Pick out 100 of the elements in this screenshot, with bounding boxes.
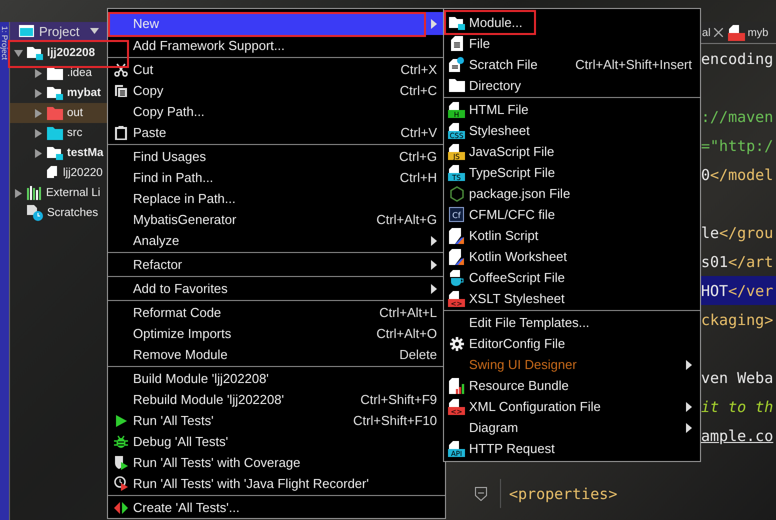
tree-item[interactable]: .idea [67, 67, 92, 79]
menu-item[interactable]: Copy Path... [108, 101, 445, 122]
menu-item[interactable]: Optimize Imports Ctrl+Alt+O [108, 323, 445, 344]
bug-icon [114, 434, 128, 448]
menu-item-label: Copy Path... [133, 104, 206, 119]
tree-item[interactable]: ljj20220 [63, 167, 103, 179]
menu-item[interactable]: Reformat Code Ctrl+Alt+L [108, 302, 445, 323]
caret-icon[interactable] [90, 28, 100, 34]
editor-tab[interactable]: al [702, 26, 711, 38]
menu-item-label: Module... [469, 15, 524, 30]
menu-item-label: Replace in Path... [133, 191, 237, 206]
menu-item[interactable]: Scratch File Ctrl+Alt+Shift+Insert [444, 54, 700, 75]
close-icon[interactable] [714, 28, 723, 37]
menu-item-label: File [469, 36, 491, 51]
scratch-clock-icon [27, 205, 43, 221]
menu-item[interactable]: Diagram [444, 417, 700, 438]
collapsed-arrow-icon[interactable] [34, 148, 43, 158]
shortcut-label: Ctrl+Alt+G [376, 212, 437, 227]
file-badge-icon [728, 24, 745, 40]
collapsed-arrow-icon[interactable] [34, 108, 43, 118]
folder-icon [47, 106, 63, 120]
menu-item-label: Scratch File [469, 57, 539, 72]
menu-item[interactable]: New [108, 12, 445, 35]
tree-item[interactable]: src [67, 127, 82, 139]
menu-item[interactable]: Build Module 'ljj202208' [108, 368, 445, 389]
menu-item[interactable]: Paste Ctrl+V [108, 122, 445, 143]
menu-item[interactable]: Cut Ctrl+X [108, 59, 445, 80]
tree-item[interactable]: Scratches [47, 207, 98, 219]
tool-window-label[interactable]: 1: Project [0, 22, 9, 64]
menu-item-label: Run 'All Tests' [133, 413, 215, 428]
menu-item[interactable]: Refactor [108, 254, 445, 275]
menu-item-label: Stylesheet [469, 123, 531, 138]
menu-item[interactable]: Add to Favorites [108, 278, 445, 299]
menu-item[interactable]: Directory [444, 75, 700, 96]
menu-item[interactable]: Kotlin Script [444, 225, 700, 246]
menu-item[interactable]: Replace in Path... [108, 188, 445, 209]
menu-item[interactable]: Run 'All Tests' Ctrl+Shift+F10 [108, 410, 445, 431]
kotlin-file-icon [449, 228, 464, 244]
menu-item[interactable]: Remove Module Delete [108, 344, 445, 365]
menu-item-label: EditorConfig File [469, 336, 566, 351]
menu-item-label: Kotlin Script [469, 228, 540, 243]
menu-item[interactable]: Copy Ctrl+C [108, 80, 445, 101]
menu-item[interactable]: File [444, 33, 700, 54]
menu-item[interactable]: Kotlin Worksheet [444, 246, 700, 267]
code-text: encoding [701, 50, 774, 68]
panel-title[interactable]: Project [39, 24, 80, 38]
collapsed-arrow-icon[interactable] [34, 128, 43, 138]
shortcut-label: Ctrl+Alt+L [379, 305, 437, 320]
shortcut-label: Ctrl+X [400, 62, 437, 77]
tree-item[interactable]: mybat [67, 87, 101, 99]
menu-item[interactable]: Resource Bundle [444, 375, 700, 396]
scratch-file-icon [449, 57, 464, 72]
file-badge-icon: Cf [449, 207, 464, 222]
window-icon [19, 25, 34, 37]
module-folder-icon [27, 46, 43, 60]
collapsed-arrow-icon[interactable] [34, 68, 43, 78]
menu-item[interactable]: Run 'All Tests' with 'Java Flight Recorder' [108, 473, 445, 494]
tree-item[interactable]: ljj202208 [47, 47, 95, 59]
menu-item-label: Resource Bundle [469, 378, 570, 393]
tree-item[interactable]: testMa [67, 147, 104, 159]
code-text: s01</art [701, 252, 774, 270]
menu-item[interactable]: Cf CFML/CFC file [444, 204, 700, 225]
code-text: ven Weba [701, 368, 774, 386]
shortcut-label: Ctrl+H [400, 170, 437, 185]
code-text: ample.co [701, 426, 774, 444]
menu-item[interactable]: EditorConfig File [444, 333, 700, 354]
menu-item[interactable]: Find Usages Ctrl+G [108, 146, 445, 167]
expanded-arrow-icon[interactable] [14, 48, 23, 58]
menu-item[interactable]: Edit File Templates... [444, 312, 700, 333]
menu-item[interactable]: Analyze [108, 230, 445, 251]
menu-item[interactable]: Run 'All Tests' with Coverage [108, 452, 445, 473]
menu-item-label: Create 'All Tests'... [133, 500, 241, 515]
menu-item[interactable]: MybatisGenerator Ctrl+Alt+G [108, 209, 445, 230]
collapsed-arrow-icon[interactable] [14, 188, 23, 198]
menu-item[interactable]: Rebuild Module 'ljj202208' Ctrl+Shift+F9 [108, 389, 445, 410]
folder-icon [448, 79, 464, 92]
menu-item[interactable]: Create 'All Tests'... [108, 497, 445, 518]
tree-item[interactable]: out [67, 107, 83, 119]
shortcut-label: Delete [399, 347, 437, 362]
menu-item[interactable]: Debug 'All Tests' [108, 431, 445, 452]
menu-item[interactable]: package.json File [444, 183, 700, 204]
menu-item-label: Kotlin Worksheet [469, 249, 568, 264]
tree-item[interactable]: External Li [46, 187, 100, 199]
editor-tab[interactable]: myb [748, 26, 768, 38]
menu-item-label: JavaScript File [469, 144, 556, 159]
menu-item-label: Add Framework Support... [133, 38, 286, 53]
library-icon [27, 186, 42, 200]
copy-icon [114, 84, 128, 98]
clock-play-icon [114, 476, 128, 491]
menu-item-label: MybatisGenerator [133, 212, 238, 227]
cup-file-icon [448, 270, 464, 286]
menu-item[interactable]: CoffeeScript File [444, 267, 700, 288]
menu-item[interactable]: Add Framework Support... [108, 35, 445, 56]
module-folder-icon [448, 16, 464, 30]
menu-item-label: Diagram [469, 420, 520, 435]
menu-item[interactable]: Module... [444, 12, 700, 33]
menu-item-label: Rebuild Module 'ljj202208' [133, 392, 285, 407]
collapsed-arrow-icon[interactable] [34, 88, 43, 98]
fold-icon[interactable] [475, 486, 487, 500]
menu-item[interactable]: Find in Path... Ctrl+H [108, 167, 445, 188]
